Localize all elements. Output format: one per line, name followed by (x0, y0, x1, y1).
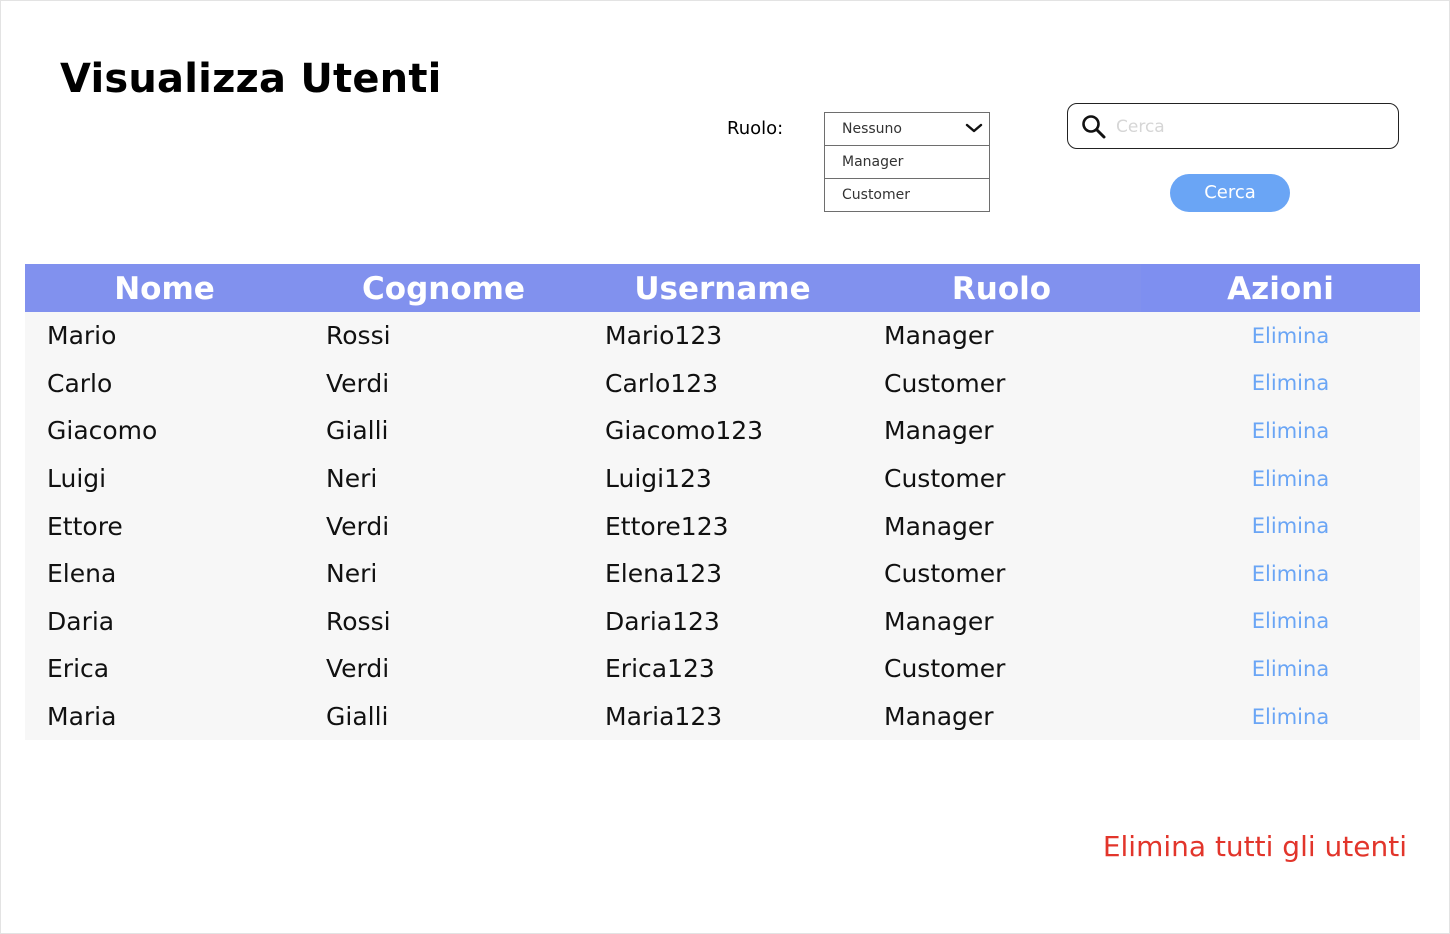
cell-ruolo: Manager (884, 606, 994, 636)
cell-username: Giacomo123 (605, 416, 764, 446)
role-option-label: Nessuno (842, 121, 902, 137)
cell-nome: Erica (47, 654, 110, 684)
cell-cognome: Gialli (326, 416, 389, 446)
cell-cognome: Gialli (326, 702, 389, 732)
delete-user-link[interactable]: Elimina (1141, 324, 1420, 348)
cell-cognome: Rossi (326, 606, 391, 636)
cell-nome: Luigi (47, 464, 107, 494)
cell-ruolo: Customer (884, 559, 1006, 589)
cell-username: Mario123 (605, 321, 723, 351)
cell-cognome: Verdi (326, 654, 390, 684)
page-title: Visualizza Utenti (60, 56, 442, 102)
users-table: Nome Cognome Username Ruolo Azioni Mario… (25, 264, 1420, 740)
column-header-cognome: Cognome (362, 271, 525, 307)
delete-user-link[interactable]: Elimina (1141, 514, 1420, 538)
table-row: Elena Neri Elena123 Customer Elimina (25, 550, 1420, 598)
search-button[interactable]: Cerca (1170, 174, 1290, 212)
cell-nome: Carlo (47, 368, 113, 398)
table-header: Nome Cognome Username Ruolo Azioni (25, 264, 1420, 312)
cell-nome: Giacomo (47, 416, 158, 446)
delete-all-users-link[interactable]: Elimina tutti gli utenti (1103, 830, 1407, 863)
cell-nome: Elena (47, 559, 117, 589)
cell-ruolo: Customer (884, 654, 1006, 684)
table-row: Daria Rossi Daria123 Manager Elimina (25, 598, 1420, 646)
cell-username: Ettore123 (605, 511, 729, 541)
cell-ruolo: Manager (884, 416, 994, 446)
role-filter-label: Ruolo: (727, 118, 784, 139)
search-box[interactable] (1067, 103, 1399, 149)
cell-ruolo: Manager (884, 511, 994, 541)
cell-cognome: Rossi (326, 321, 391, 351)
cell-username: Erica123 (605, 654, 715, 684)
role-option-customer[interactable]: Customer (825, 179, 989, 211)
table-row: Maria Gialli Maria123 Manager Elimina (25, 693, 1420, 741)
role-select[interactable]: Nessuno Manager Customer (824, 112, 990, 212)
delete-user-link[interactable]: Elimina (1141, 467, 1420, 491)
table-row: Ettore Verdi Ettore123 Manager Elimina (25, 502, 1420, 550)
chevron-down-icon[interactable] (965, 121, 983, 135)
cell-username: Daria123 (605, 606, 720, 636)
cell-cognome: Neri (326, 464, 378, 494)
column-header-username: Username (634, 271, 811, 307)
cell-username: Maria123 (605, 702, 723, 732)
table-row: Carlo Verdi Carlo123 Customer Elimina (25, 360, 1420, 408)
role-option-selected[interactable]: Nessuno (825, 113, 989, 146)
table-row: Mario Rossi Mario123 Manager Elimina (25, 312, 1420, 360)
delete-user-link[interactable]: Elimina (1141, 371, 1420, 395)
cell-nome: Mario (47, 321, 117, 351)
cell-username: Luigi123 (605, 464, 712, 494)
delete-user-link[interactable]: Elimina (1141, 419, 1420, 443)
cell-nome: Daria (47, 606, 115, 636)
search-icon (1082, 115, 1106, 139)
cell-username: Carlo123 (605, 368, 719, 398)
role-option-manager[interactable]: Manager (825, 146, 989, 179)
column-header-azioni: Azioni (1141, 264, 1420, 312)
column-header-ruolo: Ruolo (951, 271, 1052, 307)
cell-ruolo: Manager (884, 321, 994, 351)
cell-ruolo: Manager (884, 702, 994, 732)
cell-ruolo: Customer (884, 368, 1006, 398)
table-row: Erica Verdi Erica123 Customer Elimina (25, 645, 1420, 693)
role-option-label: Manager (842, 154, 904, 170)
cell-ruolo: Customer (884, 464, 1006, 494)
cell-cognome: Verdi (326, 511, 390, 541)
table-row: Luigi Neri Luigi123 Customer Elimina (25, 455, 1420, 503)
cell-nome: Maria (47, 702, 117, 732)
cell-cognome: Verdi (326, 368, 390, 398)
delete-user-link[interactable]: Elimina (1141, 705, 1420, 729)
table-body: Mario Rossi Mario123 Manager Elimina Car… (25, 312, 1420, 740)
cell-username: Elena123 (605, 559, 723, 589)
delete-user-link[interactable]: Elimina (1141, 657, 1420, 681)
table-row: Giacomo Gialli Giacomo123 Manager Elimin… (25, 407, 1420, 455)
column-header-nome: Nome (114, 271, 215, 307)
search-input[interactable] (1114, 110, 1388, 144)
delete-user-link[interactable]: Elimina (1141, 562, 1420, 586)
delete-user-link[interactable]: Elimina (1141, 609, 1420, 633)
role-option-label: Customer (842, 187, 911, 203)
cell-nome: Ettore (47, 511, 123, 541)
cell-cognome: Neri (326, 559, 378, 589)
